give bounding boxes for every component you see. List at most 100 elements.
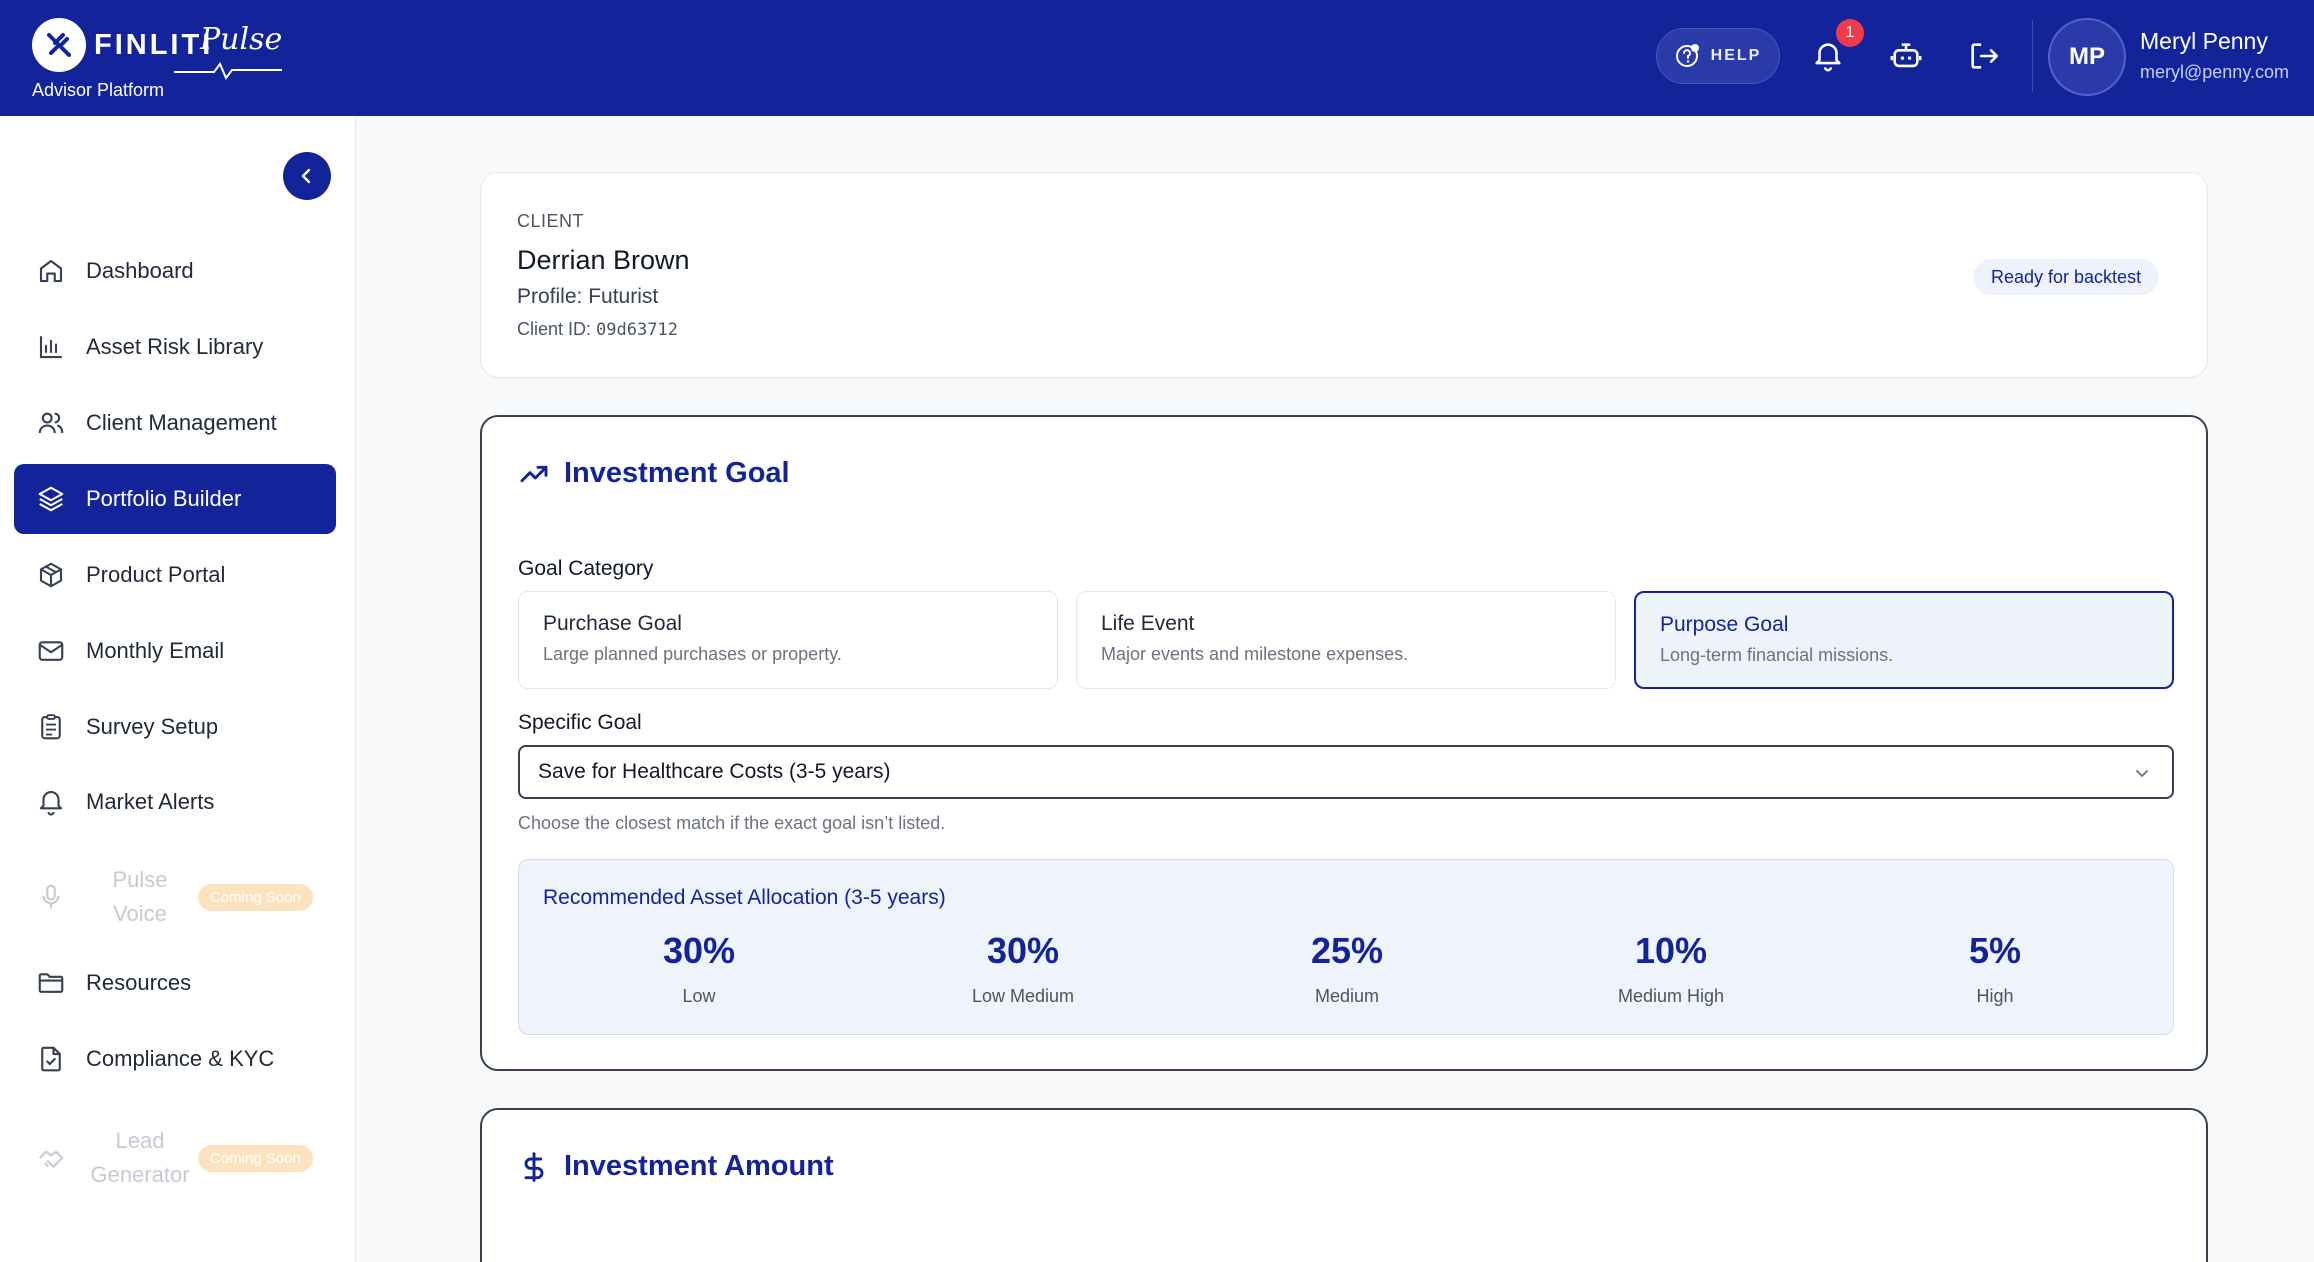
chevron-left-icon	[301, 168, 311, 184]
allocation-high: 5% High	[1895, 930, 2095, 1007]
goal-option-life-event[interactable]: Life Event Major events and milestone ex…	[1076, 591, 1616, 689]
allocation-label: Medium	[1314, 986, 1380, 1006]
option-title: Purchase Goal	[543, 612, 682, 635]
sidebar-item-label: Client Management	[86, 410, 277, 435]
allocation-title: Recommended Asset Allocation (3-5 years)	[543, 886, 946, 909]
chevron-down-icon	[2136, 770, 2148, 778]
logout-button[interactable]	[1964, 36, 2004, 76]
client-profile: Profile: Futurist	[517, 285, 659, 308]
option-description: Large planned purchases or property.	[543, 644, 842, 664]
allocation-value: 30%	[986, 930, 1060, 971]
option-description: Major events and milestone expenses.	[1101, 644, 1409, 664]
assistant-button[interactable]	[1886, 36, 1926, 76]
sidebar-item-label: Product Portal	[86, 562, 226, 587]
handshake-icon	[36, 1143, 66, 1173]
logout-icon	[1971, 43, 1999, 69]
header-divider	[2032, 20, 2033, 92]
sidebar-item-compliance-kyc[interactable]: Compliance & KYC	[14, 1024, 336, 1094]
sidebar-item-label: Resources	[86, 970, 192, 995]
bar-chart-icon	[36, 332, 66, 362]
allocation-label: High	[1976, 986, 2014, 1006]
investment-amount-title: Investment Amount	[564, 1150, 834, 1182]
mic-icon	[36, 882, 66, 912]
clipboard-icon	[36, 712, 66, 742]
allocation-value: 30%	[662, 930, 736, 971]
client-id: Client ID: 09d63712	[517, 319, 678, 340]
client-card: CLIENT Derrian Brown Profile: Futurist C…	[480, 172, 2208, 378]
dollar-icon	[524, 1151, 544, 1182]
client-kicker: CLIENT	[517, 211, 585, 231]
sidebar-item-label: Monthly Email	[86, 638, 225, 663]
sidebar-item-survey-setup[interactable]: Survey Setup	[14, 692, 336, 762]
investment-goal-card: Investment Goal Goal Category Purchase G…	[480, 415, 2208, 1071]
option-title: Life Event	[1101, 612, 1195, 635]
users-icon	[36, 408, 66, 438]
allocation-panel: Recommended Asset Allocation (3-5 years)…	[518, 859, 2174, 1035]
sidebar-item-lead-generator: Lead Generator Coming Soon	[14, 1120, 336, 1196]
allocation-value: 5%	[1968, 930, 2022, 971]
goal-option-purchase[interactable]: Purchase Goal Large planned purchases or…	[518, 591, 1058, 689]
sidebar-item-portfolio-builder[interactable]: Portfolio Builder	[14, 464, 336, 534]
bell-icon	[36, 787, 66, 817]
sidebar-item-label: Market Alerts	[86, 789, 215, 814]
mail-icon	[36, 636, 66, 666]
sidebar-item-product-portal[interactable]: Product Portal	[14, 540, 336, 610]
layers-icon	[36, 484, 66, 514]
sidebar-item-asset-risk-library[interactable]: Asset Risk Library	[14, 312, 336, 382]
allocation-medium: 25% Medium	[1247, 930, 1447, 1007]
sidebar: Dashboard Asset Risk Library Client Mana…	[0, 116, 356, 1262]
platform-label: Advisor Platform	[32, 80, 165, 100]
allocation-low: 30% Low	[599, 930, 799, 1007]
coming-soon-badge: Coming Soon	[198, 883, 313, 911]
goal-category-label: Goal Category	[518, 557, 654, 580]
collapse-sidebar-button[interactable]	[283, 152, 331, 200]
help-label: HELP	[1710, 47, 1762, 64]
specific-goal-value: Save for Healthcare Costs (3-5 years)	[538, 760, 891, 783]
notification-count-badge: 1	[1836, 19, 1864, 47]
help-button[interactable]: HELP	[1656, 28, 1780, 84]
section-title: Investment Goal	[518, 457, 790, 490]
package-icon	[36, 560, 66, 590]
sidebar-item-monthly-email[interactable]: Monthly Email	[14, 616, 336, 686]
goal-option-purpose[interactable]: Purpose Goal Long-term financial mission…	[1634, 591, 2174, 689]
user-avatar[interactable]: MP	[2048, 18, 2126, 96]
folder-icon	[36, 968, 66, 998]
sidebar-item-label: Dashboard	[86, 258, 194, 283]
client-id-value: 09d63712	[596, 320, 678, 340]
file-check-icon	[36, 1044, 66, 1074]
investment-amount-card: Investment Amount	[480, 1108, 2208, 1262]
sidebar-item-market-alerts[interactable]: Market Alerts	[14, 767, 336, 837]
user-email: meryl@penny.com	[2140, 62, 2289, 82]
sidebar-item-label: Asset Risk Library	[86, 334, 264, 359]
sidebar-item-pulse-voice: Pulse Voice Coming Soon	[14, 859, 336, 935]
section-title: Investment Amount	[518, 1150, 834, 1183]
sidebar-item-label: Portfolio Builder	[86, 486, 242, 511]
sidebar-item-label: Lead	[115, 1128, 165, 1153]
bell-icon	[1815, 43, 1841, 72]
sidebar-item-label: Compliance & KYC	[86, 1046, 275, 1071]
sidebar-item-label: Generator	[90, 1162, 190, 1187]
coming-soon-badge: Coming Soon	[198, 1144, 313, 1172]
brand-suffix: Pulse	[200, 22, 283, 57]
allocation-value: 10%	[1634, 930, 1708, 971]
help-icon	[1675, 44, 1699, 67]
specific-goal-select[interactable]: Save for Healthcare Costs (3-5 years)	[518, 745, 2174, 799]
option-description: Long-term financial missions.	[1660, 645, 1894, 665]
client-id-label: Client ID:	[517, 319, 592, 339]
allocation-low-medium: 30% Low Medium	[923, 930, 1123, 1007]
home-icon	[36, 256, 66, 286]
allocation-label: Low	[682, 986, 716, 1006]
sidebar-item-resources[interactable]: Resources	[14, 948, 336, 1018]
robot-icon	[1890, 43, 1922, 68]
top-bar: FINLITI Pulse Advisor Platform HELP 1 MP…	[0, 0, 2314, 116]
sidebar-item-client-management[interactable]: Client Management	[14, 388, 336, 458]
allocation-label: Medium High	[1617, 986, 1725, 1006]
sidebar-item-dashboard[interactable]: Dashboard	[14, 236, 336, 306]
status-badge: Ready for backtest	[1973, 259, 2160, 295]
finliti-logo-icon	[32, 18, 86, 72]
investment-goal-title: Investment Goal	[564, 457, 790, 489]
pulse-line-icon	[174, 62, 282, 80]
app-logo[interactable]: FINLITI Pulse	[32, 18, 282, 80]
specific-goal-helper: Choose the closest match if the exact go…	[518, 813, 946, 833]
trending-up-icon	[520, 465, 548, 482]
